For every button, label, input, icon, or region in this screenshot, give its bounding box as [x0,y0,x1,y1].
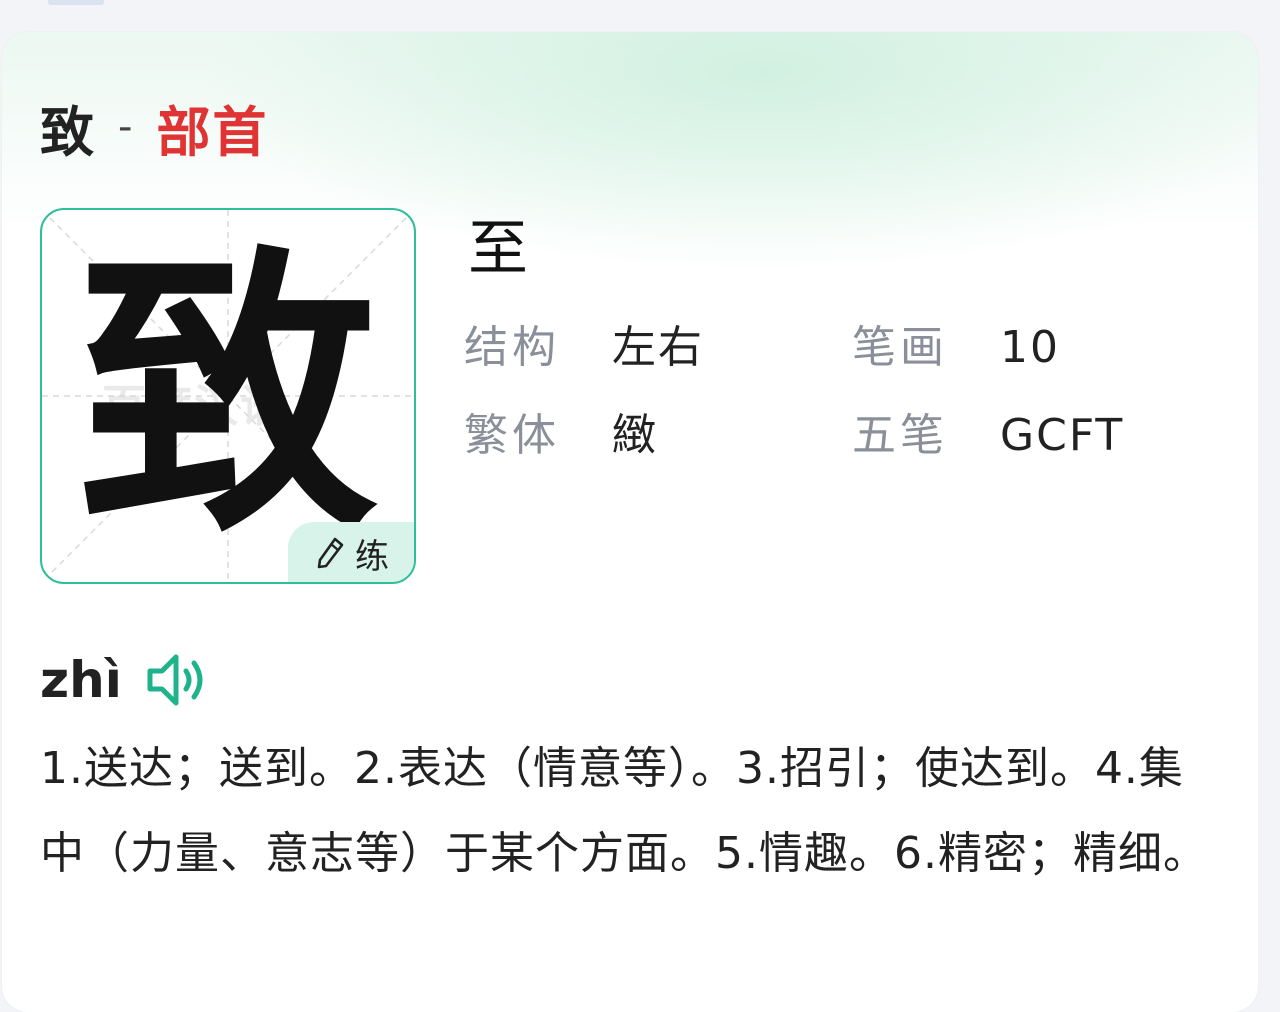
practice-button[interactable]: 练 [288,522,414,582]
title-separator: - [118,104,135,150]
structure-label: 结构 [464,322,560,373]
structure-value: 左右 [612,322,704,373]
strokes-label: 笔画 [852,322,948,373]
traditional-label: 繁体 [464,410,560,461]
practice-label: 练 [355,536,389,577]
pencil-icon [317,537,344,569]
wubi-label: 五笔 [852,410,948,461]
traditional-value[interactable]: 緻 [612,410,658,462]
strokes-value: 10 [1000,322,1060,373]
wubi-value: GCFT [1000,410,1125,461]
pronunciation-row: zhì [40,648,210,712]
speaker-icon[interactable] [144,649,210,711]
title-character: 致 [40,100,96,164]
pinyin: zhì [40,651,122,709]
page-title: 致 - 部首 [40,92,268,164]
character-display-box[interactable]: 百度汉语 致 练 [40,208,416,584]
radical-component[interactable]: 至 [468,214,528,284]
tab-indicator [48,0,104,5]
definition-text: 1.送达；送到。2.表达（情意等）。3.招引；使达到。4.集中（力量、意志等）于… [40,743,1208,879]
title-radical-label[interactable]: 部首 [156,88,268,167]
